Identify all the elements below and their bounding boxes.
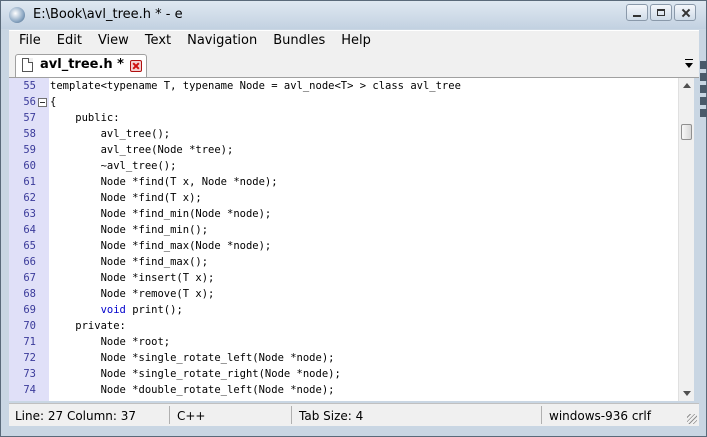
line-number: 60 bbox=[23, 160, 36, 172]
line-number: 71 bbox=[23, 336, 36, 348]
code-text: template<typename T, typename Node = avl… bbox=[50, 80, 461, 92]
code-text: Node *find_max(Node *node); bbox=[50, 240, 272, 252]
line-number: 59 bbox=[23, 144, 36, 156]
code-line[interactable]: 59 avl_tree(Node *tree); bbox=[9, 142, 679, 158]
code-text: public: bbox=[50, 112, 120, 124]
code-line[interactable]: 73 Node *single_rotate_right(Node *node)… bbox=[9, 366, 679, 382]
line-number: 72 bbox=[23, 352, 36, 364]
line-number: 74 bbox=[23, 384, 36, 396]
menu-text[interactable]: Text bbox=[135, 31, 177, 52]
maximize-button[interactable] bbox=[650, 4, 672, 21]
code-editor[interactable]: 55 template<typename T, typename Node = a… bbox=[9, 78, 694, 401]
menu-bundles[interactable]: Bundles bbox=[263, 31, 331, 52]
app-window: E:\Book\avl_tree.h * - e File Edit View … bbox=[0, 0, 707, 437]
encoding[interactable]: windows-936 crlf bbox=[549, 409, 651, 423]
code-line[interactable]: 56 { bbox=[9, 94, 679, 110]
code-line[interactable]: 55 template<typename T, typename Node = a… bbox=[9, 78, 679, 94]
code-line[interactable]: 58 avl_tree(); bbox=[9, 126, 679, 142]
code-text: avl_tree(); bbox=[50, 128, 171, 140]
line-number: 64 bbox=[23, 224, 36, 236]
tab-label: avl_tree.h * bbox=[40, 57, 124, 72]
code-text: private: bbox=[50, 320, 126, 332]
tab-avl-tree-h[interactable]: avl_tree.h * bbox=[15, 54, 147, 77]
close-button[interactable] bbox=[674, 4, 696, 21]
code-line[interactable]: 67 Node *insert(T x); bbox=[9, 270, 679, 286]
code-line[interactable]: 64 Node *find_min(); bbox=[9, 222, 679, 238]
code-text: Node *find_max(); bbox=[50, 256, 209, 268]
line-number: 63 bbox=[23, 208, 36, 220]
code-line[interactable]: 60 ~avl_tree(); bbox=[9, 158, 679, 174]
code-line[interactable]: 66 Node *find_max(); bbox=[9, 254, 679, 270]
menu-view[interactable]: View bbox=[88, 31, 135, 52]
status-divider bbox=[169, 406, 170, 424]
resize-grip-icon[interactable] bbox=[687, 414, 697, 424]
line-number: 61 bbox=[23, 176, 36, 188]
tab-close-icon[interactable] bbox=[130, 60, 142, 72]
code-text: Node *find(T x, Node *node); bbox=[50, 176, 278, 188]
code-text: Node *double_rotate_left(Node *node); bbox=[50, 384, 335, 396]
code-line[interactable]: 72 Node *single_rotate_left(Node *node); bbox=[9, 350, 679, 366]
code-text: Node *find_min(); bbox=[50, 224, 209, 236]
scroll-up-icon[interactable] bbox=[683, 83, 691, 88]
tab-bar: avl_tree.h * bbox=[9, 52, 699, 78]
code-line[interactable]: 74 Node *double_rotate_left(Node *node); bbox=[9, 382, 679, 398]
code-line[interactable]: 69 void print(); bbox=[9, 302, 679, 318]
menu-help[interactable]: Help bbox=[331, 31, 377, 52]
minimize-button[interactable] bbox=[626, 4, 648, 21]
fold-collapse-icon[interactable] bbox=[38, 98, 47, 107]
scroll-down-icon[interactable] bbox=[683, 391, 691, 396]
code-text: Node *find(T x); bbox=[50, 192, 202, 204]
line-number: 56 bbox=[23, 96, 36, 108]
code-line[interactable]: 68 Node *remove(T x); bbox=[9, 286, 679, 302]
language-mode[interactable]: C++ bbox=[177, 409, 206, 423]
status-divider bbox=[541, 406, 542, 424]
code-text: Node *find_min(Node *node); bbox=[50, 208, 272, 220]
code-text: void print(); bbox=[100, 304, 183, 316]
code-text: Node *single_rotate_left(Node *node); bbox=[50, 352, 335, 364]
code-text: Node *single_rotate_right(Node *node); bbox=[50, 368, 341, 380]
line-number: 69 bbox=[23, 304, 36, 316]
title-bar[interactable]: E:\Book\avl_tree.h * - e bbox=[1, 1, 706, 29]
menu-navigation[interactable]: Navigation bbox=[177, 31, 263, 52]
scrollbar-thumb[interactable] bbox=[681, 124, 692, 140]
line-number: 55 bbox=[23, 80, 36, 92]
keyword-token: void bbox=[100, 304, 126, 316]
menu-file[interactable]: File bbox=[9, 31, 47, 52]
line-number: 57 bbox=[23, 112, 36, 124]
code-text: avl_tree(Node *tree); bbox=[50, 144, 234, 156]
menu-edit[interactable]: Edit bbox=[47, 31, 88, 52]
code-text: Node *root; bbox=[50, 336, 171, 348]
code-line[interactable]: 71 Node *root; bbox=[9, 334, 679, 350]
document-icon bbox=[22, 58, 33, 72]
line-number: 73 bbox=[23, 368, 36, 380]
code-text: Node *remove(T x); bbox=[50, 288, 215, 300]
code-line[interactable]: 70 private: bbox=[9, 318, 679, 334]
line-number: 62 bbox=[23, 192, 36, 204]
code-line[interactable]: 65 Node *find_max(Node *node); bbox=[9, 238, 679, 254]
code-line[interactable]: 62 Node *find(T x); bbox=[9, 190, 679, 206]
line-number: 67 bbox=[23, 272, 36, 284]
status-divider bbox=[291, 406, 292, 424]
code-text: { bbox=[50, 96, 57, 108]
line-number: 68 bbox=[23, 288, 36, 300]
window-controls bbox=[626, 4, 696, 21]
vertical-scrollbar[interactable] bbox=[678, 78, 694, 401]
cursor-position: Line: 27 Column: 37 bbox=[15, 409, 137, 423]
code-line[interactable]: 57 public: bbox=[9, 110, 679, 126]
code-text: Node *insert(T x); bbox=[50, 272, 215, 284]
code-line[interactable]: 63 Node *find_min(Node *node); bbox=[9, 206, 679, 222]
window-title: E:\Book\avl_tree.h * - e bbox=[33, 7, 183, 22]
app-icon[interactable] bbox=[9, 7, 25, 23]
background-window-edge bbox=[700, 61, 707, 151]
code-line[interactable]: 61 Node *find(T x, Node *node); bbox=[9, 174, 679, 190]
code-text: ~avl_tree(); bbox=[50, 160, 177, 172]
tab-list-dropdown-icon[interactable] bbox=[685, 59, 693, 68]
tab-size[interactable]: Tab Size: 4 bbox=[299, 409, 363, 423]
line-number: 70 bbox=[23, 320, 36, 332]
line-number: 66 bbox=[23, 256, 36, 268]
menu-bar: File Edit View Text Navigation Bundles H… bbox=[9, 30, 699, 52]
line-number: 65 bbox=[23, 240, 36, 252]
status-bar: Line: 27 Column: 37 C++ Tab Size: 4 wind… bbox=[9, 403, 699, 426]
line-number: 58 bbox=[23, 128, 36, 140]
